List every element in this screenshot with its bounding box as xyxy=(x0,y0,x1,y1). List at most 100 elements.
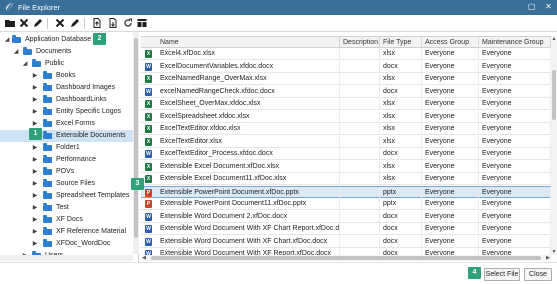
excel-file-icon: X xyxy=(145,137,152,146)
expand-arrow-icon[interactable]: ▶ xyxy=(32,179,38,189)
expand-arrow-icon[interactable]: ▶ xyxy=(32,227,38,237)
download-file-icon[interactable] xyxy=(108,18,118,28)
close-button[interactable]: Close xyxy=(524,268,552,281)
expand-arrow-icon[interactable]: ▶ xyxy=(32,95,38,105)
cell-access-group: Everyone xyxy=(422,135,479,148)
refresh-icon[interactable] xyxy=(123,18,133,28)
tree-vertical-scrollbar[interactable] xyxy=(133,32,139,254)
scroll-up-icon[interactable]: ▲ xyxy=(551,36,557,42)
tree-item[interactable]: ▶ Books xyxy=(0,70,138,82)
delete-icon[interactable] xyxy=(55,18,65,28)
tree-item[interactable]: ▶ Performance xyxy=(0,154,138,166)
expand-arrow-icon[interactable]: ▶ xyxy=(32,203,38,213)
table-row-selected[interactable]: P Extensible PowerPoint Document.xfDoc.pp… xyxy=(141,185,551,199)
column-header-file-type[interactable]: File Type xyxy=(380,37,422,48)
tree-item-label: Entity Specific Logos xyxy=(56,107,121,115)
expand-arrow-icon[interactable]: ▶ xyxy=(32,167,38,177)
table-row[interactable]: X ExcelSheet_OverMax.xfdoc.xlsx xlsx Everyo… xyxy=(141,98,551,110)
word-file-icon: W xyxy=(145,87,152,96)
table-row[interactable]: X ExcelTextEditor.xlsx xlsx Everyone Everyon… xyxy=(141,135,551,148)
upload-file-icon[interactable] xyxy=(92,18,102,28)
collapse-arrow-icon[interactable]: ◢ xyxy=(4,35,10,45)
tree-horizontal-scrollbar[interactable] xyxy=(0,255,133,261)
cell-maintenance-group: Everyone xyxy=(479,223,551,235)
table-row[interactable]: X ExcelNamedRange_OverMax.xlsx xlsx Everyon… xyxy=(141,73,551,85)
expand-arrow-icon[interactable]: ▶ xyxy=(32,239,38,249)
scroll-thumb[interactable] xyxy=(552,70,556,120)
expand-arrow-icon[interactable]: ▶ xyxy=(32,155,38,165)
column-header-name[interactable]: Name xyxy=(157,37,340,48)
cell-name: ExcelTextEditor.xfdoc.xlsx xyxy=(157,123,340,135)
tree-item[interactable]: ▶ Folder1 xyxy=(0,142,138,154)
table-row[interactable]: W ExcelTextEditor_Process.xfdoc.docx docx E… xyxy=(141,148,551,160)
expand-arrow-icon[interactable]: ▶ xyxy=(32,215,38,225)
tree-item[interactable]: ▶ Test xyxy=(0,202,138,214)
tree-item[interactable]: ◢ Public xyxy=(0,58,138,70)
cell-name: excelNamedRangeCheck.xfdoc.docx xyxy=(157,85,340,98)
tree-item[interactable]: ◢ Documents xyxy=(0,46,138,58)
table-row[interactable]: W Extensible Word Document With XF Chart … xyxy=(141,223,551,235)
edit-icon[interactable] xyxy=(70,18,80,28)
scroll-down-icon[interactable]: ▼ xyxy=(551,249,557,255)
scroll-thumb[interactable] xyxy=(134,38,138,238)
collapse-arrow-icon[interactable]: ◢ xyxy=(13,47,19,57)
tree-item[interactable]: ◢ Application Database xyxy=(0,34,138,46)
cell-access-group: Everyone xyxy=(422,186,479,199)
tree-item-label: Public xyxy=(45,59,65,67)
cell-file-type: docx xyxy=(380,60,422,73)
delete-icon[interactable] xyxy=(19,18,29,28)
expand-arrow-icon[interactable]: ▶ xyxy=(32,143,38,153)
table-row[interactable]: W Extensible Word Document With XF Chart.… xyxy=(141,235,551,248)
cell-access-group: Everyone xyxy=(422,110,479,123)
scroll-right-icon[interactable]: ▶ xyxy=(546,255,550,261)
close-window-button[interactable]: ✕ xyxy=(544,2,553,12)
tree-item[interactable]: ▶ XFDoc_WordDoc xyxy=(0,238,138,250)
table-row[interactable]: X ExcelSpreadsheet.xfdoc.xlsx xlsx Everyone… xyxy=(141,110,551,123)
collapse-arrow-icon[interactable]: ◢ xyxy=(22,59,28,69)
tree-item[interactable]: ▶ Entity Specific Logos xyxy=(0,106,138,118)
column-header-description[interactable]: Description xyxy=(340,37,380,48)
edit-icon[interactable] xyxy=(33,18,43,28)
tree-item-selected[interactable]: ▶ Extensible Documents xyxy=(0,130,138,142)
excel-file-icon: X xyxy=(145,75,152,83)
scroll-thumb[interactable] xyxy=(151,256,541,260)
cell-maintenance-group: Everyone xyxy=(479,123,551,135)
tree-item[interactable]: ▶ POVs xyxy=(0,166,138,178)
tree-item[interactable]: ▶ XF Docs xyxy=(0,214,138,226)
step-badge-1: 1 xyxy=(29,128,42,140)
table-row[interactable]: WexcelNamedRangeCheck.xfdoc.docx docx Ever… xyxy=(141,85,551,98)
expand-arrow-icon[interactable]: ▶ xyxy=(32,191,38,201)
column-header-access-group[interactable]: Access Group xyxy=(422,37,479,48)
word-file-icon: W xyxy=(145,212,152,221)
expand-arrow-icon[interactable]: ▶ xyxy=(32,71,38,81)
grid-horizontal-scrollbar[interactable]: ◀ ▶ xyxy=(141,255,551,261)
tree-item[interactable]: ▶ Source Files xyxy=(0,178,138,190)
tree-item[interactable]: ▶ Excel Forms xyxy=(0,118,138,130)
table-row[interactable]: W ExcelDocumentVariables.xfdoc.docx docx Ev… xyxy=(141,60,551,73)
table-row[interactable]: X Excel4.xfDoc.xlsx xlsx Everyone Everyone xyxy=(141,48,551,60)
grid-vertical-scrollbar[interactable]: ▲ ▼ xyxy=(551,36,557,255)
table-row[interactable]: W Extensible Word Document 2.xfDoc.docx do… xyxy=(141,210,551,223)
cell-name: ExcelSpreadsheet.xfdoc.xlsx xyxy=(157,110,340,123)
layout-icon[interactable] xyxy=(137,18,147,28)
table-row[interactable]: X ExcelTextEditor.xfdoc.xlsx xlsx Everyone E… xyxy=(141,123,551,135)
select-file-button[interactable]: Select File xyxy=(484,268,520,281)
tree-item[interactable]: ▶ Dashboard Images xyxy=(0,82,138,94)
table-row[interactable]: P Extensible PowerPoint Document11.xfDoc.… xyxy=(141,198,551,210)
cell-maintenance-group: Everyone xyxy=(479,110,551,123)
table-row[interactable]: X Extensible Excel Document.xfDoc.xlsx xls… xyxy=(141,160,551,173)
tree-item-label: Performance xyxy=(56,155,97,163)
tree-item[interactable]: ▶ XF Reference Material xyxy=(0,226,138,238)
restore-button[interactable]: ▢ xyxy=(527,2,536,12)
tree-item-label: DashboardLinks xyxy=(56,95,107,103)
tree-item[interactable]: ▶ Spreadsheet Templates xyxy=(0,190,138,202)
expand-arrow-icon[interactable]: ▶ xyxy=(32,83,38,93)
scroll-left-icon[interactable]: ◀ xyxy=(142,255,146,261)
column-header-maintenance-group[interactable]: Maintenance Group xyxy=(479,37,551,48)
new-folder-icon[interactable] xyxy=(5,18,15,28)
expand-arrow-icon[interactable]: ▶ xyxy=(32,107,38,117)
table-row[interactable]: X Extensible Excel Document11.xfDoc.xlsx x… xyxy=(141,173,551,185)
tree-item[interactable]: ▶ DashboardLinks xyxy=(0,94,138,106)
tree-item-label: Application Database xyxy=(25,35,92,43)
powerpoint-file-icon: P xyxy=(145,188,152,197)
